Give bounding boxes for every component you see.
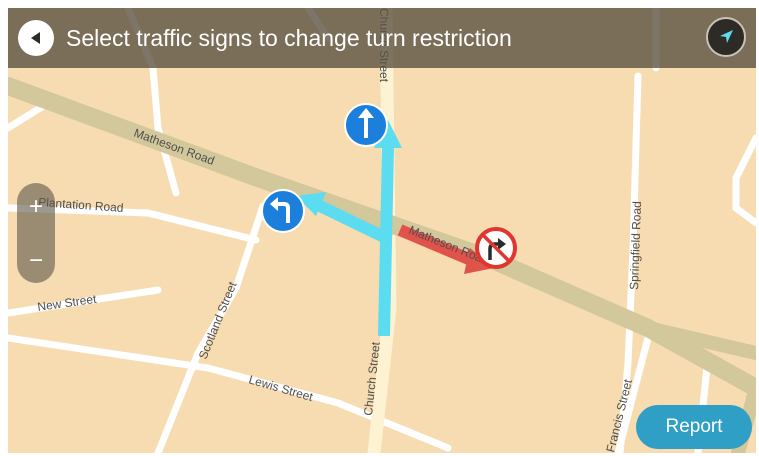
map-canvas[interactable]: Matheson Road Matheson Road Plantation R…	[8, 8, 756, 453]
page-title: Select traffic signs to change turn rest…	[66, 25, 512, 51]
turn-left-arrow-icon[interactable]	[261, 189, 305, 233]
top-bar: Select traffic signs to change turn rest…	[8, 8, 756, 68]
locate-button[interactable]	[706, 17, 746, 57]
app-frame: Matheson Road Matheson Road Plantation R…	[0, 0, 759, 456]
report-button[interactable]: Report	[636, 405, 752, 449]
location-arrow-icon	[720, 30, 733, 43]
straight-ahead-arrow-icon[interactable]	[344, 103, 388, 147]
no-right-turn-sign-icon[interactable]	[475, 227, 517, 269]
zoom-control: + −	[17, 183, 55, 283]
zoom-out-button[interactable]: −	[17, 241, 55, 281]
back-arrow-icon	[31, 32, 40, 44]
zoom-in-button[interactable]: +	[17, 187, 55, 227]
back-button[interactable]	[18, 20, 54, 56]
left-sign-circle	[261, 189, 305, 233]
map-view[interactable]: Matheson Road Matheson Road Plantation R…	[8, 8, 756, 453]
